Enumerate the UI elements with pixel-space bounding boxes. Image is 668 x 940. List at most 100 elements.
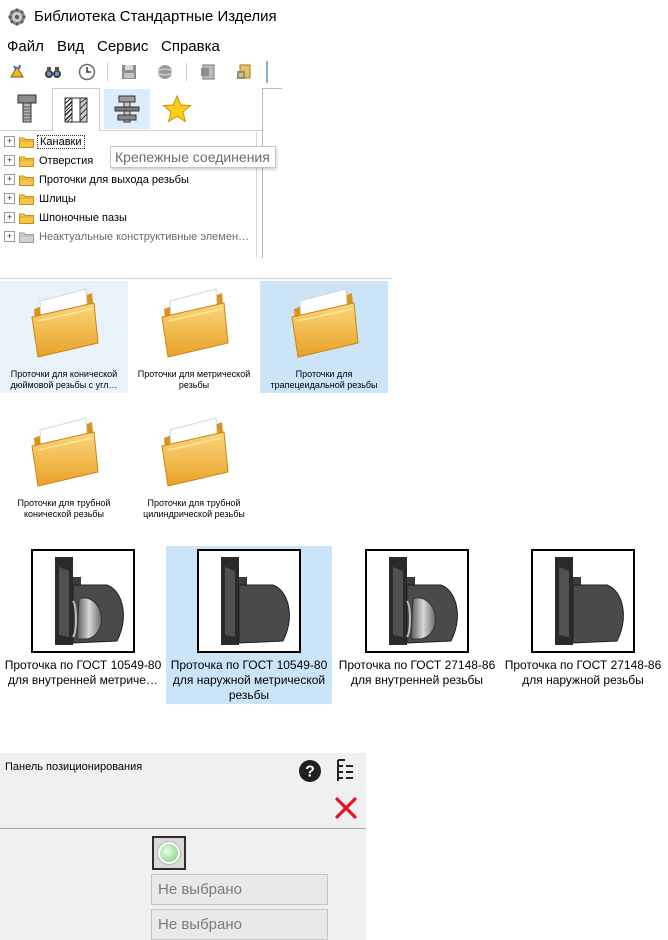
section-icon: [64, 97, 88, 123]
tree-structure-icon[interactable]: [335, 758, 355, 784]
tree-item-label: Отверстия: [39, 154, 94, 167]
expand-icon[interactable]: +: [4, 212, 15, 223]
tree-item[interactable]: + Шпоночные пазы: [4, 208, 129, 227]
help-icon[interactable]: ?: [298, 759, 322, 783]
fastener-assembly-tab[interactable]: [104, 89, 150, 129]
model-tile-label-line: резьбы: [228, 688, 270, 702]
folder-icon: [31, 288, 99, 358]
bolt-tab[interactable]: [4, 89, 50, 129]
clock-icon[interactable]: [76, 61, 98, 83]
folder-icon: [19, 232, 34, 243]
folder-tile-label-line: цилиндрической резьбы: [143, 509, 245, 519]
positioning-panel-title: Панель позиционирования: [5, 761, 143, 773]
model-tile[interactable]: Проточка по ГОСТ 10549-80 для наружной ме…: [166, 546, 332, 704]
window-title: Библиотека Стандартные Изделия: [34, 8, 277, 25]
folder-tile-label-line: конической резьбы: [23, 509, 105, 519]
tree-item[interactable]: + Шлицы: [4, 189, 78, 208]
model-tile-label-line: Проточка по ГОСТ 27148-86: [338, 658, 496, 672]
folder-tile[interactable]: Проточки для трубной конической резьбы: [0, 410, 128, 522]
folder-icon: [291, 288, 359, 358]
nut-section-tab[interactable]: [52, 88, 100, 131]
internal-groove-part-icon: [55, 557, 124, 645]
tree-item[interactable]: + Отверстия: [4, 151, 95, 170]
folder-icon: [161, 417, 229, 487]
position-field-1[interactable]: Не выбрано: [151, 874, 328, 905]
folder-icon: [19, 194, 34, 205]
folder-tile-label: Проточки для трубной конической резьбы: [0, 498, 128, 520]
close-icon[interactable]: [333, 795, 359, 821]
model-thumbnail: [31, 549, 135, 653]
expand-icon[interactable]: +: [4, 136, 15, 147]
tree-item[interactable]: + Проточки для выхода резьбы: [4, 170, 191, 189]
pane-border: [262, 88, 282, 89]
folder-icon: [31, 417, 99, 487]
document-icon[interactable]: [197, 61, 219, 83]
model-tile-label-line: для наружной резьбы: [522, 673, 644, 687]
folder-icon: [19, 156, 34, 167]
binoculars-icon[interactable]: [42, 61, 64, 83]
folder-tile[interactable]: Проточки для трапецеидальной резьбы: [260, 281, 388, 393]
model-tile-label-line: Проточка по ГОСТ 10549-80: [170, 658, 328, 672]
favorites-tab[interactable]: [154, 89, 200, 129]
expand-icon[interactable]: +: [4, 193, 15, 204]
folder-tile-label: Проточки для трапецеидальной резьбы: [260, 369, 388, 391]
model-tile-label-line: для наружной метрической: [172, 673, 326, 687]
library-icon[interactable]: [6, 61, 28, 83]
model-tile-label: Проточка по ГОСТ 10549-80 для наружной ме…: [166, 658, 332, 703]
model-tile[interactable]: Проточка по ГОСТ 27148-86 для внутренней …: [334, 546, 500, 704]
toolbar-separator: [186, 63, 187, 81]
point-select-button[interactable]: [152, 836, 186, 870]
document-lock-icon[interactable]: [233, 61, 255, 83]
title-bar: Библиотека Стандартные Изделия: [0, 0, 280, 34]
point-icon: [157, 841, 181, 865]
model-thumbnail: [365, 549, 469, 653]
folder-tile-label: Проточки для метрической резьбы: [130, 369, 258, 391]
internal-groove-part-icon: [389, 557, 458, 645]
pane-border: [262, 88, 263, 258]
model-tile-label-line: Проточка по ГОСТ 27148-86: [504, 658, 662, 672]
folder-tile-label: Проточки для трубной цилиндрической резьб…: [130, 498, 258, 520]
folder-tile-label-line: дюймовой резьбы с угл…: [10, 380, 118, 390]
folder-tile-label-line: Проточки для трубной: [147, 498, 241, 508]
folder-tile-label-line: трапецеидальной резьбы: [270, 380, 378, 390]
expand-icon[interactable]: +: [4, 174, 15, 185]
model-tile[interactable]: Проточка по ГОСТ 27148-86 для наружной ре…: [500, 546, 666, 704]
model-tile-label-line: Проточка по ГОСТ 10549-80: [4, 658, 162, 672]
tree-item[interactable]: + Неактуальные конструктивные элемен…: [4, 227, 251, 246]
menu-file[interactable]: Файл: [7, 38, 44, 55]
bolt-icon: [17, 94, 37, 123]
toolbar-edge: [266, 61, 268, 83]
external-groove-part-icon: [221, 557, 290, 645]
folder-tile-label-line: резьбы: [178, 380, 210, 390]
star-icon: [162, 94, 192, 123]
model-tile-label: Проточка по ГОСТ 10549-80 для внутренней …: [0, 658, 166, 688]
folder-icon: [161, 288, 229, 358]
menu-service[interactable]: Сервис: [97, 38, 148, 55]
tooltip: Крепежные соединения: [110, 146, 276, 168]
tree-item[interactable]: + Канавки: [4, 132, 85, 151]
folder-tile[interactable]: Проточки для метрической резьбы: [130, 281, 258, 393]
app-gear-icon: [8, 8, 26, 26]
external-groove-part-icon: [555, 557, 624, 645]
folder-tile-label-line: Проточки для конической: [10, 369, 118, 379]
expand-icon[interactable]: +: [4, 231, 15, 242]
folder-icon: [19, 137, 34, 148]
menu-help[interactable]: Справка: [161, 38, 220, 55]
fastener-icon: [114, 95, 140, 123]
toolbar-separator: [107, 63, 108, 81]
menu-view[interactable]: Вид: [57, 38, 84, 55]
tree-item-label: Неактуальные конструктивные элемен…: [39, 230, 250, 243]
sphere-icon[interactable]: [154, 61, 176, 83]
folder-tile[interactable]: Проточки для трубной цилиндрической резьб…: [130, 410, 258, 522]
model-tile[interactable]: Проточка по ГОСТ 10549-80 для внутренней …: [0, 546, 166, 704]
model-tile-label: Проточка по ГОСТ 27148-86 для наружной ре…: [500, 658, 666, 688]
divider: [0, 828, 366, 829]
position-field-2[interactable]: Не выбрано: [151, 909, 328, 940]
folder-tile-label: Проточки для конической дюймовой резьбы с…: [0, 369, 128, 391]
expand-icon[interactable]: +: [4, 155, 15, 166]
save-icon[interactable]: [118, 61, 140, 83]
folder-tile[interactable]: Проточки для конической дюймовой резьбы с…: [0, 281, 128, 393]
tree-item-label: Шлицы: [39, 192, 76, 205]
folder-tile-label-line: Проточки для трубной: [17, 498, 111, 508]
model-tile-label-line: для внутренней резьбы: [351, 673, 483, 687]
